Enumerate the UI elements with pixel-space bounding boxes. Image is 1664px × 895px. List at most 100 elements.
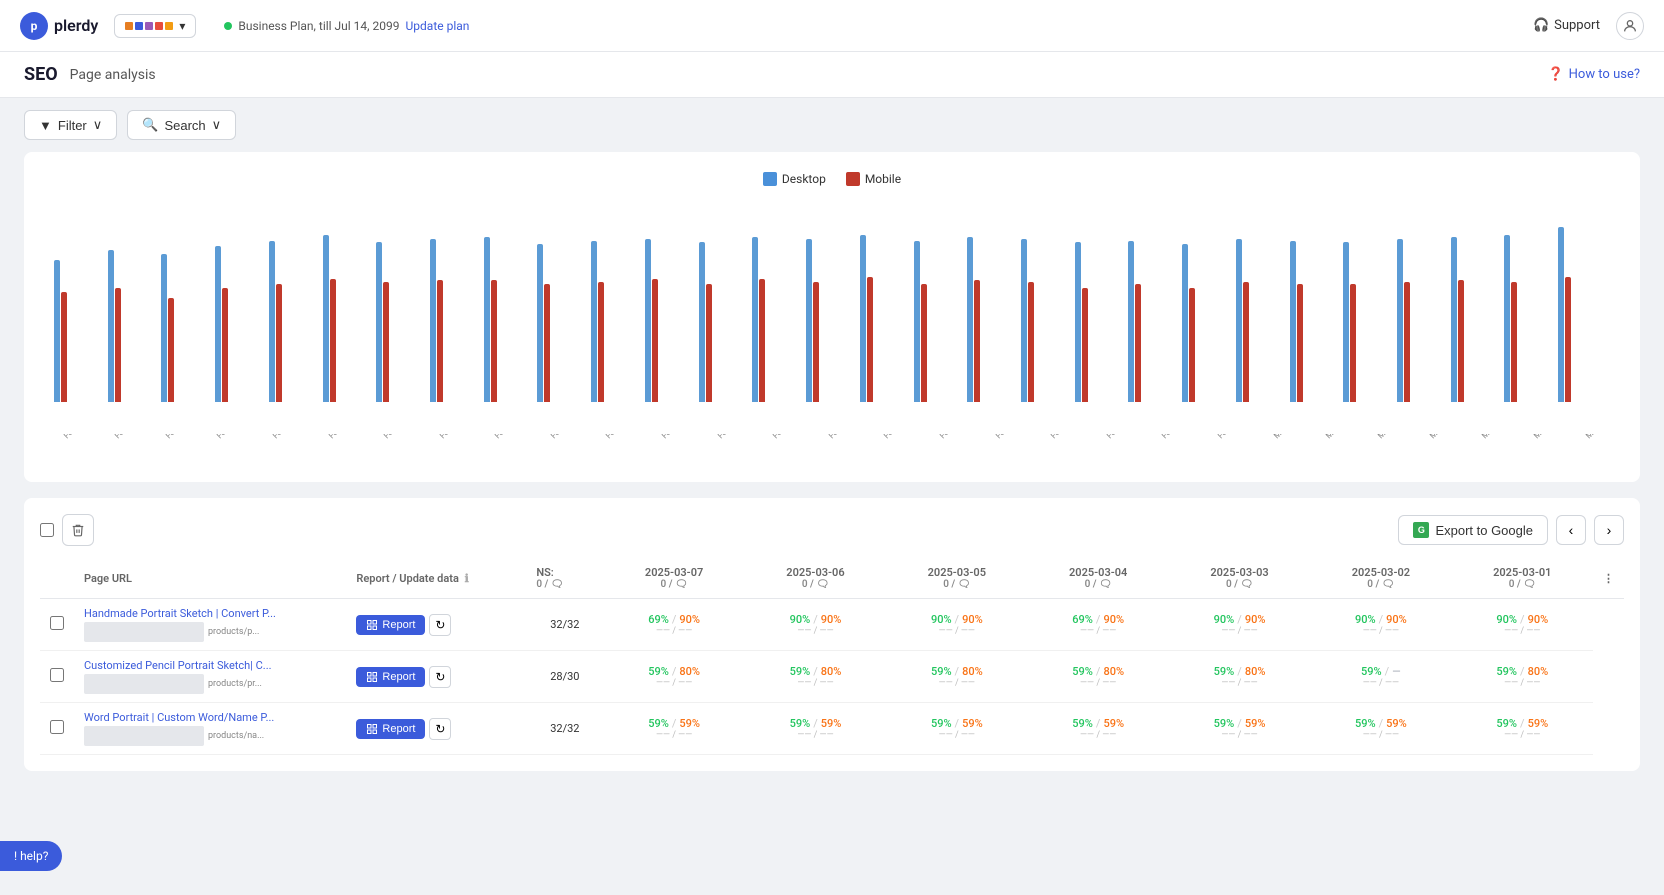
refresh-button[interactable]: ↻ [429, 614, 451, 636]
score-orange: 59% [1245, 717, 1266, 730]
prev-page-button[interactable]: ‹ [1556, 515, 1586, 545]
support-button[interactable]: 🎧 Support [1533, 18, 1600, 33]
date-header-4: 2025-03-03 0 / 🗨 [1179, 566, 1300, 590]
bar-group [699, 242, 751, 402]
score-pair: 69% / 90% [1038, 613, 1159, 626]
desktop-checkbox[interactable] [763, 172, 777, 186]
score-cell: 59% / 59%—— / —— [886, 703, 1027, 755]
search-button[interactable]: 🔍 Search ∨ [127, 110, 236, 140]
ns-value: 32/32 [550, 618, 579, 631]
score-pair: 90% / 90% [896, 613, 1017, 626]
report-button[interactable]: Report [356, 719, 425, 739]
bar-red [1297, 284, 1303, 402]
date-label-4: 2025-03-03 [1210, 566, 1268, 579]
th-more: ⋮ [1593, 558, 1624, 599]
score-sub: —— / —— [755, 730, 876, 740]
score-green: 90% [931, 613, 952, 626]
bar-group [215, 246, 267, 402]
page-url-link[interactable]: Customized Pencil Portrait Sketch| C... [84, 659, 284, 672]
bar-blue [591, 241, 597, 403]
score-sub: —— / —— [1462, 730, 1583, 740]
refresh-button[interactable]: ↻ [429, 718, 451, 740]
score-pair: 59% / 59% [613, 717, 734, 730]
table-body: Handmade Portrait Sketch | Convert P... … [40, 599, 1624, 755]
score-pair: 90% / 90% [1320, 613, 1441, 626]
mobile-checkbox[interactable] [846, 172, 860, 186]
bar-group [1236, 239, 1288, 402]
row-checkbox[interactable] [50, 720, 64, 734]
page-url-link[interactable]: Word Portrait | Custom Word/Name P... [84, 711, 284, 724]
plan-dot-3 [145, 22, 153, 30]
page-url-link[interactable]: Handmade Portrait Sketch | Convert P... [84, 607, 284, 620]
bar-blue [860, 235, 866, 402]
bar-group [269, 241, 321, 403]
bar-group [1558, 227, 1610, 402]
score-cell: 59% / ——— / —— [1310, 651, 1451, 703]
score-sub: —— / —— [1320, 626, 1441, 636]
delete-button[interactable] [62, 514, 94, 546]
bar-group [1075, 242, 1127, 402]
chart-date-label: Feb 23, 2025 [938, 434, 977, 440]
url-thumbnail [84, 622, 204, 642]
plan-selector[interactable]: ▾ [114, 14, 196, 38]
url-thumbnail [84, 674, 204, 694]
select-all-checkbox[interactable] [40, 523, 54, 537]
bar-red [222, 288, 228, 402]
row-checkbox[interactable] [50, 668, 64, 682]
score-sub: —— / —— [755, 626, 876, 636]
page-url-cell: Word Portrait | Custom Word/Name P... pr… [84, 711, 336, 746]
score-cell: 90% / 90%—— / —— [1169, 599, 1310, 651]
url-cell: Customized Pencil Portrait Sketch| C... … [74, 651, 346, 703]
th-date-2: 2025-03-05 0 / 🗨 [886, 558, 1027, 599]
bar-blue [54, 260, 60, 403]
score-orange: 90% [1386, 613, 1407, 626]
score-sub: —— / —— [613, 626, 734, 636]
ns-value: 32/32 [550, 722, 579, 735]
bar-red [276, 284, 282, 402]
row-checkbox[interactable] [50, 616, 64, 630]
bar-red [867, 277, 873, 402]
bar-red [652, 279, 658, 403]
score-green: 59% [790, 717, 811, 730]
report-cell: Report ↻ [346, 703, 526, 755]
score-pair: 59% / 80% [613, 665, 734, 678]
score-sub: —— / —— [613, 678, 734, 688]
refresh-button[interactable]: ↻ [429, 666, 451, 688]
user-avatar[interactable] [1616, 12, 1644, 40]
score-orange: 59% [1103, 717, 1124, 730]
bar-group [967, 237, 1019, 402]
bar-group [1182, 244, 1234, 402]
google-sheets-icon: G [1413, 522, 1429, 538]
chart-date-label: Mar 2, 2025 [1324, 434, 1360, 440]
report-button[interactable]: Report [356, 615, 425, 635]
score-pair: 59% / 59% [896, 717, 1017, 730]
chart-date-label: Feb 7, 2025 [62, 434, 97, 440]
score-orange: 80% [1245, 665, 1266, 678]
bar-blue [1021, 239, 1027, 402]
how-to-use-button[interactable]: ❓ How to use? [1547, 67, 1640, 82]
score-orange: 90% [1103, 613, 1124, 626]
score-pair: 59% / 59% [1179, 717, 1300, 730]
score-cell: 59% / 59%—— / —— [1310, 703, 1451, 755]
legend-desktop: Desktop [763, 172, 826, 186]
bar-blue [806, 239, 812, 402]
score-cell: 59% / 59%—— / —— [1452, 703, 1593, 755]
table-header-row: Page URL Report / Update data ℹ NS: 0 / … [40, 558, 1624, 599]
bar-group [108, 250, 160, 402]
chart-date-label: Feb 9, 2025 [164, 434, 199, 440]
update-plan-link[interactable]: Update plan [406, 19, 470, 33]
date-header-2: 2025-03-05 0 / 🗨 [896, 566, 1017, 590]
help-button[interactable]: ! help? [0, 841, 62, 871]
score-sub: —— / —— [1320, 730, 1441, 740]
filter-button[interactable]: ▼ Filter ∨ [24, 110, 117, 140]
export-google-button[interactable]: G Export to Google [1398, 515, 1548, 545]
next-page-button[interactable]: › [1594, 515, 1624, 545]
report-button[interactable]: Report [356, 667, 425, 687]
score-cell: 59% / 59%—— / —— [1028, 703, 1169, 755]
score-pair: 59% / 59% [1320, 717, 1441, 730]
bar-red [544, 284, 550, 402]
bar-red [1565, 277, 1571, 402]
logo[interactable]: p plerdy [20, 12, 98, 40]
bar-blue [376, 242, 382, 402]
chart-date-label: Mar 7, 2025 [1584, 434, 1620, 440]
